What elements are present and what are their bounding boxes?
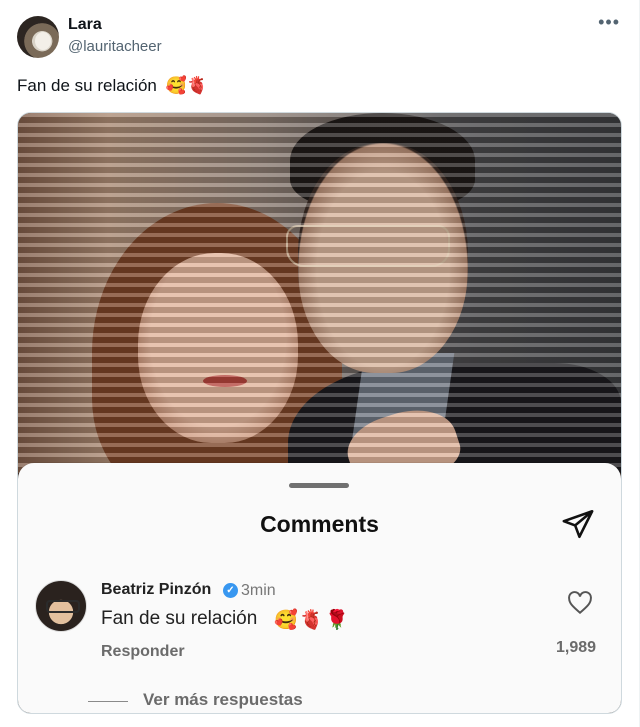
comments-title: Comments	[260, 511, 379, 537]
reply-button[interactable]: Responder	[101, 643, 185, 661]
author-handle[interactable]: @lauritacheer	[68, 38, 162, 55]
more-replies-divider	[88, 701, 128, 702]
tweet-text-body: Fan de su relación	[17, 76, 157, 95]
glasses-icon	[46, 600, 80, 613]
more-horizontal-icon[interactable]: •••	[598, 12, 620, 33]
comments-sheet: Comments Beatriz Pinzón ✓ 3min Fan de su…	[18, 463, 621, 713]
send-icon[interactable]	[561, 507, 595, 541]
comment-text: Fan de su relación	[101, 608, 258, 629]
commenter-avatar[interactable]	[35, 580, 87, 632]
couple-photo	[18, 113, 621, 473]
heart-icon[interactable]	[567, 591, 593, 615]
author-name[interactable]: Lara	[68, 16, 102, 34]
verified-badge-icon: ✓	[223, 583, 238, 598]
tweet-emojis: 🥰🫀	[165, 76, 208, 95]
tweet-media[interactable]: Comments Beatriz Pinzón ✓ 3min Fan de su…	[17, 112, 622, 714]
commenter-name[interactable]: Beatriz Pinzón	[101, 581, 211, 599]
more-replies-link[interactable]: Ver más respuestas	[143, 690, 303, 710]
author-avatar[interactable]	[17, 16, 59, 58]
comment-emojis: 🥰🫀🌹	[274, 610, 351, 631]
photo-blinds	[18, 113, 621, 473]
tweet-text: Fan de su relación 🥰🫀	[17, 75, 208, 97]
like-count: 1,989	[556, 639, 597, 656]
sheet-grabber[interactable]	[289, 483, 349, 488]
comment-time: 3min	[241, 582, 276, 599]
